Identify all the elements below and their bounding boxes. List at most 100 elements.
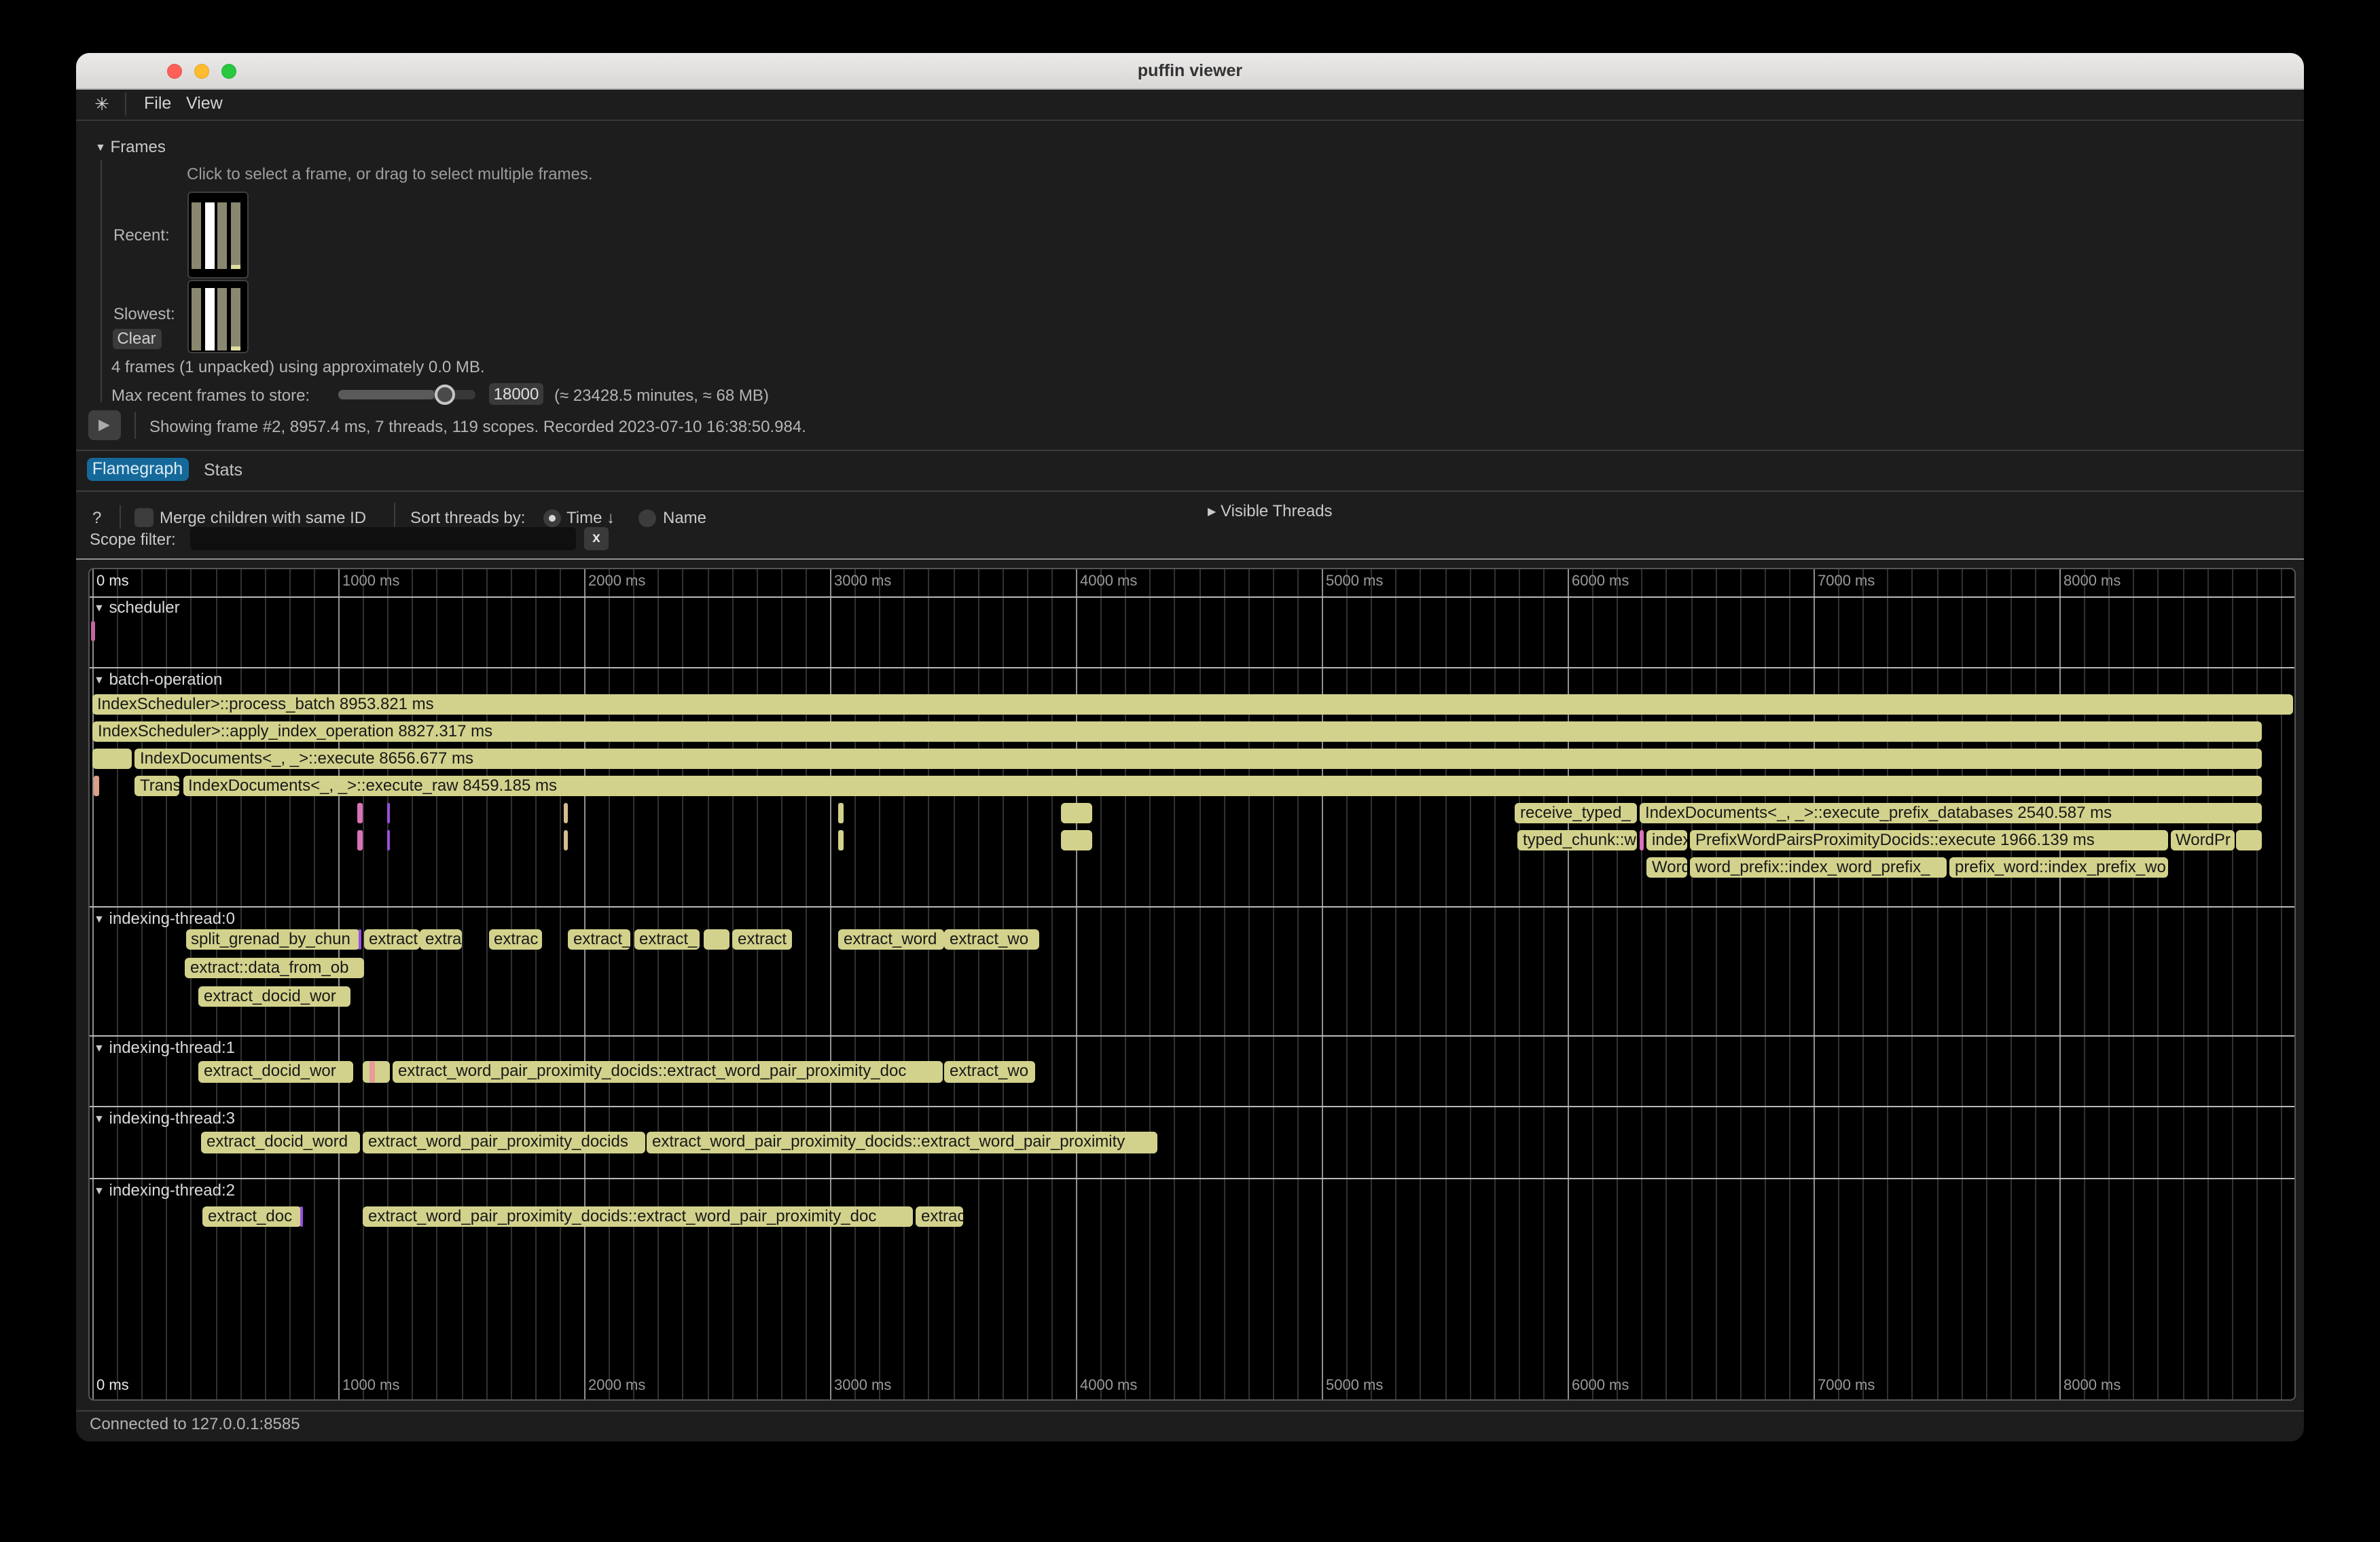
scope-bar[interactable]: extract_wo bbox=[944, 1061, 1035, 1082]
scope-bar[interactable] bbox=[369, 1061, 375, 1082]
scope-bar[interactable]: IndexDocuments<_, _>::execute_prefix_dat… bbox=[1640, 802, 2262, 823]
thread-header-indexing-thread:2[interactable]: ▼ indexing-thread:2 bbox=[94, 1181, 235, 1199]
scope-bar[interactable]: extract_wo bbox=[944, 929, 1039, 950]
thread-header-indexing-thread:3[interactable]: ▼ indexing-thread:3 bbox=[94, 1109, 235, 1127]
merge-children-checkbox[interactable] bbox=[134, 507, 153, 526]
scope-filter-input[interactable] bbox=[190, 527, 576, 550]
play-button[interactable]: ▶ bbox=[88, 410, 120, 440]
scope-bar-label: IndexDocuments<_, _>::execute_prefix_dat… bbox=[1640, 802, 2262, 823]
scope-bar[interactable]: extract_ bbox=[634, 929, 700, 950]
scope-bar[interactable]: typed_chunk::w bbox=[1517, 829, 1637, 850]
menu-view[interactable]: View bbox=[186, 88, 223, 120]
thread-header-indexing-thread:0[interactable]: ▼ indexing-thread:0 bbox=[94, 910, 235, 927]
thread-header-batch-operation[interactable]: ▼ batch-operation bbox=[94, 670, 222, 688]
scope-bar[interactable]: IndexScheduler>::apply_index_operation 8… bbox=[92, 721, 2262, 742]
flamegraph-canvas[interactable]: 0 ms0 ms1000 ms1000 ms2000 ms2000 ms3000… bbox=[88, 567, 2296, 1401]
scope-bar[interactable] bbox=[1061, 802, 1092, 823]
scope-bar[interactable]: extract_word_pair_proximity_docids bbox=[363, 1132, 645, 1153]
scope-bar[interactable] bbox=[387, 829, 389, 850]
gridline-minor bbox=[1346, 569, 1348, 1399]
tab-flamegraph[interactable]: Flamegraph bbox=[87, 458, 188, 480]
scope-bar[interactable]: extract_ bbox=[568, 929, 630, 950]
scope-bar[interactable] bbox=[363, 1061, 390, 1082]
scope-bar-label: IndexDocuments<_, _>::execute 8656.677 m… bbox=[134, 748, 2262, 769]
scope-bar-label: extract_docid_word bbox=[201, 1132, 360, 1153]
scope-bar[interactable]: Trans bbox=[134, 775, 179, 796]
max-frames-slider-knob[interactable] bbox=[434, 384, 454, 404]
gridline-minor bbox=[658, 569, 660, 1399]
gridline-minor bbox=[1002, 569, 1003, 1399]
gridline-minor bbox=[1223, 569, 1225, 1399]
scope-bar[interactable]: prefix_word::index_prefix_wo bbox=[1949, 857, 2168, 878]
scope-bar[interactable] bbox=[358, 929, 361, 950]
scope-bar[interactable]: extract::data_from_ob bbox=[185, 957, 363, 978]
scope-bar[interactable]: IndexScheduler>::process_batch 8953.821 … bbox=[92, 694, 2292, 715]
indent-guide bbox=[100, 160, 101, 402]
max-frames-value[interactable]: 18000 bbox=[489, 383, 543, 405]
scope-bar[interactable]: extrac bbox=[916, 1206, 963, 1227]
visible-threads-header[interactable]: ▶ Visible Threads bbox=[1208, 501, 1333, 520]
clear-button[interactable]: Clear bbox=[112, 328, 161, 348]
scope-bar[interactable] bbox=[357, 802, 363, 823]
scope-bar[interactable] bbox=[564, 802, 568, 823]
thread-header-indexing-thread:1[interactable]: ▼ indexing-thread:1 bbox=[94, 1039, 235, 1056]
window-title: puffin viewer bbox=[76, 53, 2304, 88]
scope-bar[interactable]: extract_docid_wor bbox=[198, 986, 350, 1007]
scope-bar[interactable]: extract bbox=[732, 929, 792, 950]
separator bbox=[76, 449, 2304, 450]
scope-bar[interactable] bbox=[2236, 829, 2262, 850]
scope-bar[interactable]: index bbox=[1646, 829, 1687, 850]
scope-bar[interactable] bbox=[1640, 829, 1644, 850]
scope-bar[interactable]: extract_docid_wor bbox=[198, 1061, 353, 1082]
scope-bar[interactable]: split_grenad_by_chun bbox=[185, 929, 359, 950]
scope-bar[interactable]: PrefixWordPairsProximityDocids::execute … bbox=[1690, 829, 2168, 850]
scope-bar[interactable]: receive_typed_ bbox=[1515, 802, 1637, 823]
sort-time-radio[interactable] bbox=[543, 509, 560, 526]
thread-header-scheduler[interactable]: ▼ scheduler bbox=[94, 598, 180, 616]
scope-bar[interactable] bbox=[1061, 829, 1092, 850]
scope-bar[interactable]: WordPr bbox=[2170, 829, 2234, 850]
scope-bar[interactable] bbox=[300, 1206, 303, 1227]
scope-bar-label: extract::data_from_ob bbox=[185, 957, 363, 978]
scope-bar[interactable]: extract_word_pair_proximity_docids::extr… bbox=[393, 1061, 943, 1082]
scope-bar[interactable] bbox=[703, 929, 729, 950]
slowest-frames-thumbnail[interactable] bbox=[187, 280, 249, 353]
scope-bar[interactable]: extract bbox=[363, 929, 419, 950]
scope-bar[interactable]: extract_docid_word bbox=[201, 1132, 360, 1153]
scope-bar[interactable] bbox=[838, 802, 843, 823]
scope-bar[interactable] bbox=[91, 620, 94, 641]
scope-bar[interactable]: IndexDocuments<_, _>::execute_raw 8459.1… bbox=[183, 775, 2262, 796]
tab-stats[interactable]: Stats bbox=[204, 461, 242, 480]
scope-bar[interactable]: word_prefix::index_word_prefix_ bbox=[1690, 857, 1947, 878]
max-frames-slider-fill bbox=[338, 389, 435, 399]
scope-bar[interactable]: IndexDocuments<_, _>::execute 8656.677 m… bbox=[134, 748, 2262, 769]
scope-bar[interactable]: Word bbox=[1646, 857, 1687, 878]
sort-name-radio[interactable] bbox=[638, 509, 655, 526]
clear-filter-button[interactable]: x bbox=[584, 527, 609, 550]
scope-bar[interactable]: extract_word_pair_proximity_docids::extr… bbox=[363, 1206, 913, 1227]
gridline-minor bbox=[387, 569, 389, 1399]
scope-bar[interactable]: extra bbox=[420, 929, 462, 950]
scope-bar[interactable]: extrac bbox=[488, 929, 541, 950]
gridline-minor bbox=[806, 569, 807, 1399]
scope-bar[interactable] bbox=[357, 829, 363, 850]
menu-file[interactable]: File bbox=[144, 88, 171, 120]
scope-bar[interactable] bbox=[94, 775, 98, 796]
frames-section-header[interactable]: ▼ Frames bbox=[95, 137, 166, 156]
scope-bar[interactable] bbox=[387, 802, 389, 823]
max-frames-label: Max recent frames to store: bbox=[111, 386, 310, 405]
help-icon[interactable]: ? bbox=[92, 508, 101, 527]
scope-bar[interactable]: extract_word bbox=[838, 929, 943, 950]
scope-bar[interactable] bbox=[838, 829, 843, 850]
gridline-major bbox=[1568, 569, 1569, 1399]
scope-bar[interactable]: extract_word_pair_proximity_docids::extr… bbox=[647, 1132, 1157, 1153]
scope-bar[interactable]: extract_doc bbox=[202, 1206, 302, 1227]
scope-bar[interactable] bbox=[92, 748, 132, 769]
gridline-major bbox=[92, 569, 94, 1399]
gridline-minor bbox=[1051, 569, 1053, 1399]
gridline-minor bbox=[117, 569, 118, 1399]
theme-toggle-icon[interactable]: ✳ bbox=[87, 88, 117, 120]
gridline-minor bbox=[1248, 569, 1249, 1399]
scope-bar[interactable] bbox=[564, 829, 568, 850]
recent-frames-thumbnail[interactable] bbox=[187, 192, 249, 278]
